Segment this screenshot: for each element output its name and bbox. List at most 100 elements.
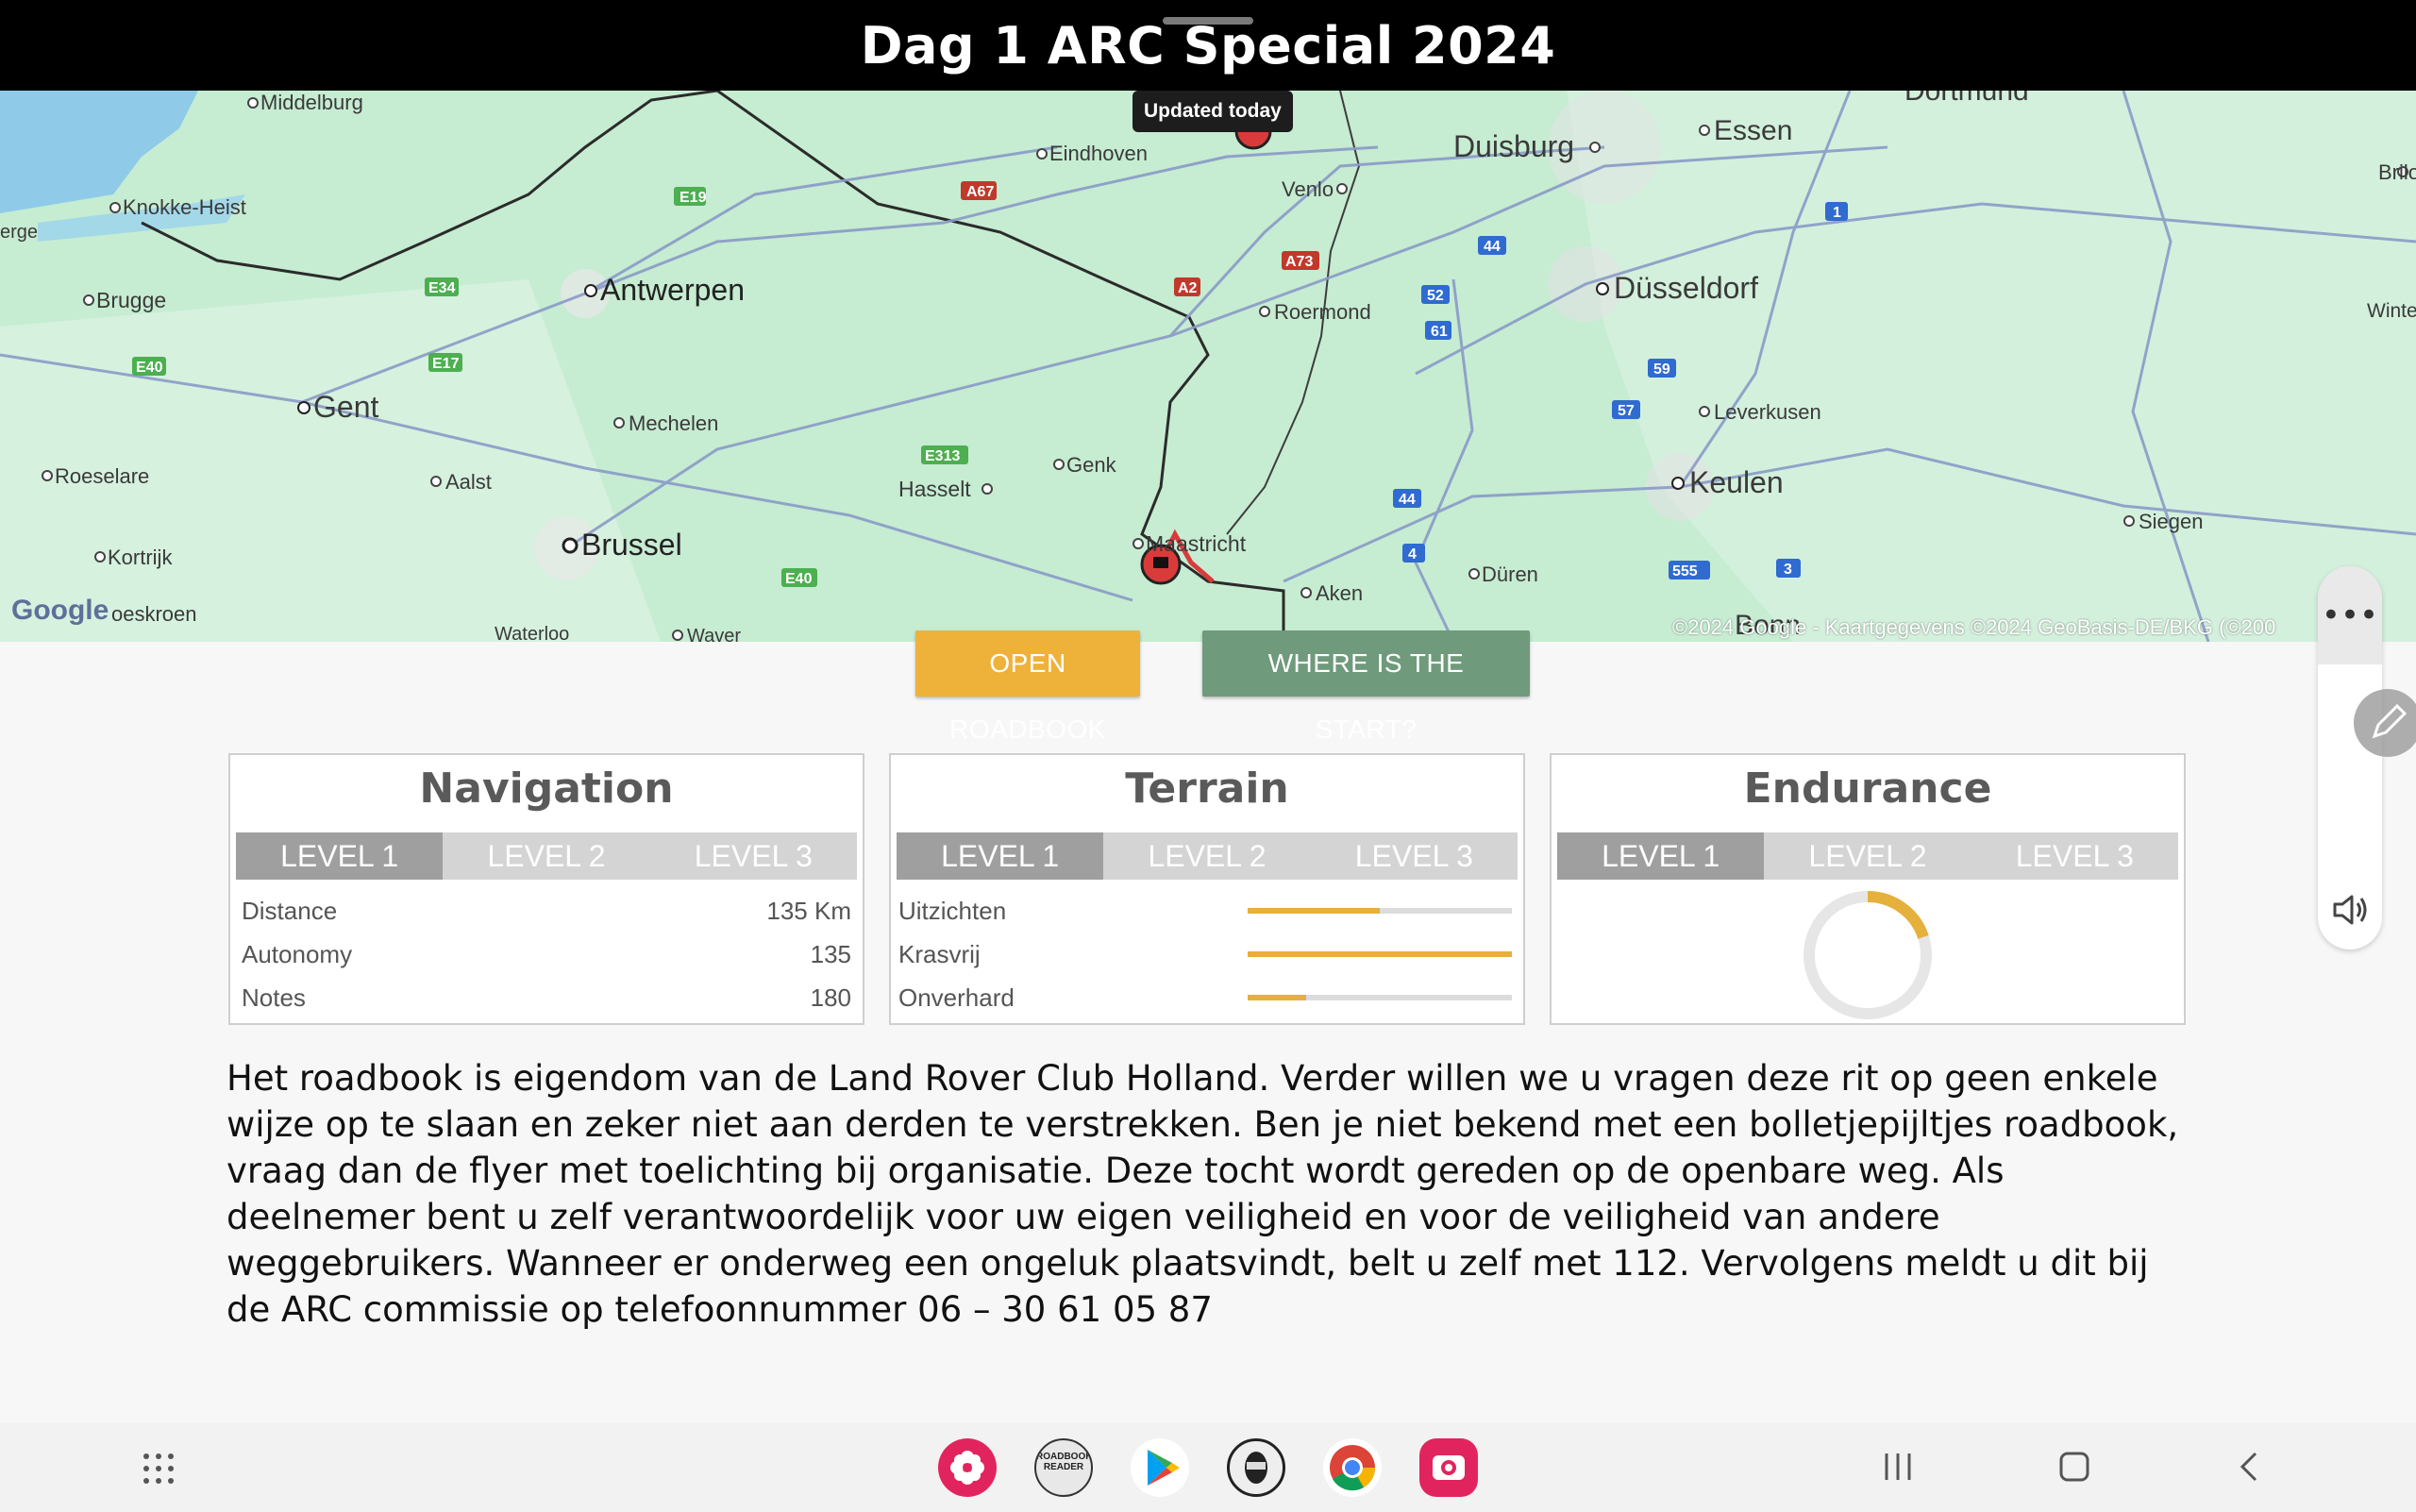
road-shield: 1 — [1833, 205, 1841, 221]
level-2-tab[interactable]: LEVEL 2 — [1764, 832, 1971, 880]
city-label: Duisburg — [1453, 129, 1574, 163]
map-canvas[interactable]: Middelburg Eindhoven Dortmund Essen Duis… — [0, 91, 2416, 642]
play-store-icon[interactable] — [1131, 1438, 1189, 1497]
level-3-tab[interactable]: LEVEL 3 — [649, 832, 857, 880]
edit-pencil-icon[interactable] — [2354, 689, 2416, 757]
card-title: Navigation — [419, 764, 674, 813]
row-label: Krasvrij — [898, 939, 981, 968]
level-2-tab[interactable]: LEVEL 2 — [443, 832, 650, 880]
updated-badge: Updated today — [1132, 91, 1293, 132]
road-shield: 52 — [1427, 288, 1444, 304]
road-shield: 59 — [1653, 361, 1670, 378]
route-map[interactable]: Middelburg Eindhoven Dortmund Essen Duis… — [0, 91, 2416, 642]
city-label: Middelburg — [260, 91, 363, 114]
road-shield: 3 — [1784, 562, 1792, 578]
edge-panel[interactable]: ••• — [2318, 566, 2382, 949]
endurance-donut — [1552, 880, 2184, 1023]
city-label: Genk — [1066, 453, 1117, 477]
roadbook-reader-label: ROADBOOK READER — [1036, 1452, 1093, 1472]
row-label: Distance — [242, 896, 338, 925]
city-label: Aalst — [445, 470, 492, 494]
road-shield: E40 — [136, 360, 163, 376]
city-label: erge — [0, 222, 38, 243]
road-shield: E40 — [785, 571, 813, 587]
road-shield: E17 — [432, 356, 460, 372]
city-label: Waver — [687, 626, 741, 642]
city-label: Gent — [313, 390, 378, 424]
row-label: Onverhard — [898, 983, 1015, 1012]
back-icon[interactable] — [2233, 1450, 2267, 1484]
road-shield: 44 — [1399, 492, 1416, 508]
home-icon[interactable] — [2057, 1450, 2091, 1484]
city-label: Kortrijk — [108, 546, 173, 569]
gear-helmet-icon[interactable] — [1227, 1438, 1285, 1497]
row-value: 135 — [810, 939, 851, 968]
open-roadbook-button[interactable]: OPEN ROADBOOK — [915, 630, 1140, 744]
level-1-tab[interactable]: LEVEL 1 — [1557, 832, 1765, 880]
volume-icon[interactable] — [2329, 889, 2371, 934]
city-label: Maastricht — [1146, 531, 1247, 556]
city-label: Dortmund — [1904, 91, 2029, 107]
city-label: Brussel — [581, 528, 682, 562]
road-shield: A2 — [1178, 280, 1198, 296]
city-label: Leverkusen — [1714, 400, 1821, 424]
notes-row: Notes 180 — [242, 976, 851, 1019]
card-title: Terrain — [1125, 764, 1289, 813]
level-selector: LEVEL 1 LEVEL 2 LEVEL 3 — [1557, 832, 2178, 880]
city-label: Winter — [2367, 300, 2416, 322]
disclaimer-text: Het roadbook is eigendom van de Land Rov… — [226, 1058, 2179, 1330]
road-shield: A67 — [966, 184, 994, 200]
autonomy-row: Autonomy 135 — [242, 932, 851, 976]
flower-app-icon[interactable] — [938, 1438, 997, 1497]
city-label: Antwerpen — [600, 273, 745, 307]
google-logo: Google — [11, 595, 109, 626]
distance-row: Distance 135 Km — [242, 889, 851, 932]
row-label: Uitzichten — [898, 896, 1007, 925]
row-label: Autonomy — [242, 939, 353, 968]
level-1-tab[interactable]: LEVEL 1 — [897, 832, 1104, 880]
city-label: Düren — [1482, 563, 1538, 586]
chrome-icon[interactable] — [1323, 1438, 1382, 1497]
level-1-tab[interactable]: LEVEL 1 — [236, 832, 444, 880]
road-shield: E34 — [428, 280, 456, 296]
city-label: Keulen — [1689, 465, 1784, 499]
level-3-tab[interactable]: LEVEL 3 — [1971, 832, 2178, 880]
map-copyright: ©2024 Google - Kaartgegevens ©2024 GeoBa… — [1672, 615, 2276, 639]
city-label: Knokke-Heist — [123, 195, 246, 219]
more-options-icon[interactable]: ••• — [2318, 566, 2382, 664]
terrain-card: Terrain LEVEL 1 LEVEL 2 LEVEL 3 Uitzicht… — [889, 753, 1525, 1025]
city-label: Siegen — [2139, 510, 2204, 533]
drag-handle[interactable] — [1163, 17, 1253, 25]
app-drawer-icon[interactable] — [142, 1452, 176, 1486]
card-title: Endurance — [1743, 764, 1992, 813]
level-2-tab[interactable]: LEVEL 2 — [1103, 832, 1311, 880]
city-label: Waterloo — [495, 624, 569, 642]
city-label: Roermond — [1274, 300, 1371, 324]
recent-apps-icon[interactable] — [1882, 1450, 1914, 1484]
row-value: 180 — [810, 983, 851, 1012]
road-shield: 4 — [1408, 546, 1417, 563]
camera-app-icon[interactable] — [1419, 1438, 1478, 1497]
level-3-tab[interactable]: LEVEL 3 — [1310, 832, 1518, 880]
road-shield: 61 — [1431, 324, 1448, 340]
city-label: Brugge — [96, 288, 166, 312]
onverhard-row: Onverhard — [898, 976, 1512, 1019]
uitzichten-row: Uitzichten — [898, 889, 1512, 932]
road-shield: 555 — [1672, 563, 1698, 580]
road-shield: A73 — [1285, 254, 1313, 270]
navigation-card: Navigation LEVEL 1 LEVEL 2 LEVEL 3 Dista… — [228, 753, 864, 1025]
rating-bar — [1248, 908, 1512, 914]
level-selector: LEVEL 1 LEVEL 2 LEVEL 3 — [897, 832, 1518, 880]
endurance-card: Endurance LEVEL 1 LEVEL 2 LEVEL 3 — [1550, 753, 2186, 1025]
road-shield: E19 — [680, 190, 707, 206]
road-shield: 57 — [1618, 403, 1635, 419]
rating-bar-fill — [1248, 951, 1512, 957]
city-label: oeskroen — [111, 602, 197, 626]
road-shield: E313 — [925, 448, 960, 464]
city-label: Aken — [1316, 581, 1363, 605]
rating-bar — [1248, 995, 1512, 1000]
system-nav-bar — [0, 1423, 2416, 1512]
city-label: Venlo — [1282, 177, 1334, 201]
roadbook-reader-icon[interactable]: ROADBOOK READER — [1034, 1438, 1093, 1497]
where-is-start-button[interactable]: WHERE IS THE START? — [1202, 630, 1530, 744]
